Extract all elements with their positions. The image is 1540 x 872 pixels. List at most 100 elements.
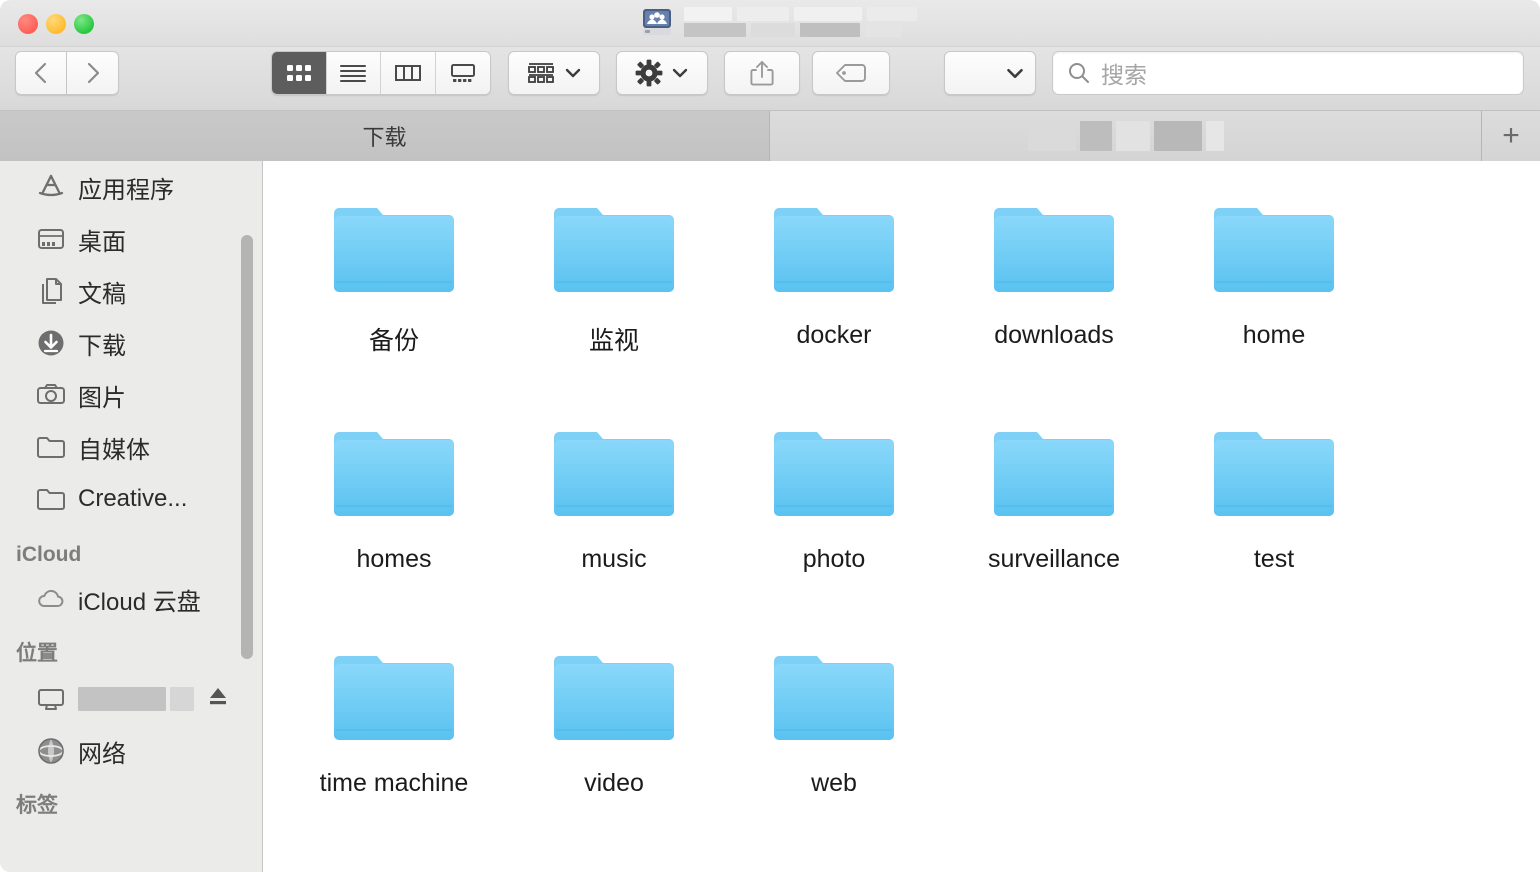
file-label: 备份 [369,321,419,357]
search-icon [1067,61,1091,85]
path-dropdown-button[interactable] [944,51,1036,95]
icon-view-button[interactable] [272,52,327,94]
sidebar-header-tags: 标签 [0,777,262,825]
tab-secondary[interactable] [770,111,1482,161]
file-item[interactable]: web [724,631,944,855]
search-field[interactable]: 搜索 [1052,51,1524,95]
folder-icon [992,201,1116,299]
minimize-button[interactable] [46,14,66,34]
file-label: docker [796,321,871,350]
file-item[interactable]: photo [724,407,944,631]
close-button[interactable] [18,14,38,34]
sidebar-scrollbar[interactable] [241,235,253,659]
file-label: homes [356,545,431,574]
zoom-button[interactable] [74,14,94,34]
sidebar-item-documents[interactable]: 文稿 [0,265,262,317]
action-menu-button[interactable] [616,51,708,95]
file-item[interactable]: 监视 [504,183,724,407]
file-item[interactable]: music [504,407,724,631]
group-items-button[interactable] [508,51,600,95]
back-button[interactable] [15,51,67,95]
display-computer-icon [36,684,66,714]
column-view-button[interactable] [381,52,436,94]
file-item[interactable]: homes [284,407,504,631]
chevron-right-icon [82,60,104,86]
columns-icon [394,63,422,83]
folder-icon [332,649,456,747]
file-label: test [1254,545,1294,574]
sidebar-item-media[interactable]: 自媒体 [0,421,262,473]
sidebar-item-downloads[interactable]: 下载 [0,317,262,369]
documents-icon [36,276,66,306]
list-view-button[interactable] [327,52,382,94]
sidebar-header-locations: 位置 [0,625,262,673]
sidebar-item-icloud-drive[interactable]: iCloud 云盘 [0,573,262,625]
sidebar-item-network[interactable]: 网络 [0,725,262,777]
sidebar-item-pictures[interactable]: 图片 [0,369,262,421]
file-item[interactable]: test [1164,407,1384,631]
tab-label-redacted [1028,121,1224,151]
network-globe-icon [36,736,66,766]
folder-icon [552,649,676,747]
shared-server-drive-icon [640,5,674,39]
view-mode-segmented-control[interactable] [271,51,491,95]
file-label: music [581,545,646,574]
file-label: time machine [320,769,469,798]
chevron-down-icon [671,67,689,79]
new-tab-label: + [1502,119,1520,153]
desktop-icon [36,224,66,254]
file-label: photo [803,545,866,574]
file-item[interactable]: 备份 [284,183,504,407]
sidebar-item-label: 网络 [78,734,126,769]
pictures-camera-icon [36,380,66,410]
sidebar-item-label: 自媒体 [78,430,150,465]
sidebar-item-desktop[interactable]: 桌面 [0,213,262,265]
window-title-redacted [684,7,917,37]
gallery-view-button[interactable] [436,52,491,94]
grid-icon [285,63,313,83]
sidebar-item-label: iCloud 云盘 [78,582,201,617]
file-item[interactable]: time machine [284,631,504,855]
sidebar-item-label-redacted [78,687,194,711]
folder-icon [332,425,456,523]
eject-icon [206,684,230,708]
file-grid-area: 备份 监视 [264,161,1540,872]
file-item[interactable]: surveillance [944,407,1164,631]
file-item[interactable]: docker [724,183,944,407]
folder-icon [772,425,896,523]
file-item[interactable]: downloads [944,183,1164,407]
tab-label: 下载 [362,120,406,152]
folder-icon [992,425,1116,523]
sidebar-item-label: 下载 [78,326,126,361]
sidebar-item-label: 文稿 [78,274,126,309]
new-tab-button[interactable]: + [1482,111,1540,161]
eject-button[interactable] [206,684,230,715]
sidebar-item-creative[interactable]: Creative... [0,473,262,525]
folder-icon [772,201,896,299]
chevron-down-icon [1005,67,1025,80]
file-item[interactable]: home [1164,183,1384,407]
chevron-down-icon [564,67,582,79]
folder-icon [772,649,896,747]
sidebar-item-applications[interactable]: 应用程序 [0,161,262,213]
window-title [640,5,917,39]
share-icon [749,59,775,87]
sidebar-item-label: 应用程序 [78,170,174,205]
file-label: web [811,769,857,798]
search-placeholder: 搜索 [1101,56,1147,90]
finder-window: 搜索 下载 + [0,0,1540,872]
tab-downloads[interactable]: 下载 [0,111,770,161]
file-label: downloads [994,321,1114,350]
forward-button[interactable] [67,51,119,95]
tag-button[interactable] [812,51,890,95]
file-label: 监视 [589,321,639,357]
sidebar-item-server[interactable] [0,673,262,725]
tag-icon [834,62,868,84]
traffic-lights [18,14,94,34]
sidebar-item-label: Creative... [78,485,187,513]
icloud-drive-icon [36,584,66,614]
downloads-icon [36,328,66,358]
folder-icon [552,201,676,299]
file-item[interactable]: video [504,631,724,855]
share-button[interactable] [724,51,800,95]
